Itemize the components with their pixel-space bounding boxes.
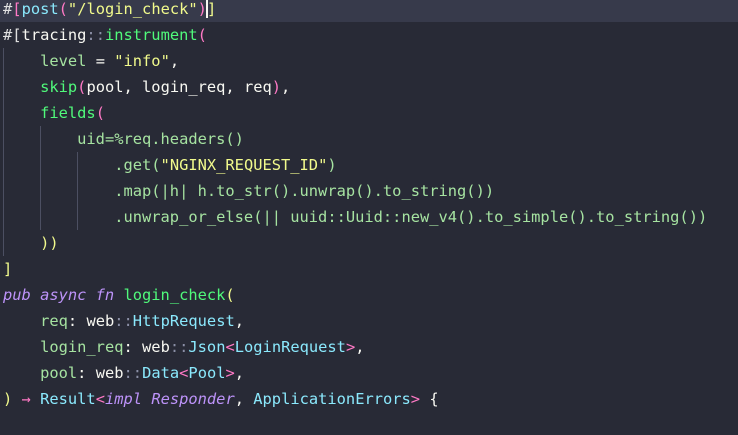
code-token: ) [3, 390, 22, 408]
code-token: web [95, 364, 124, 382]
code-token: Data [142, 364, 180, 382]
code-token: < [225, 338, 235, 356]
code-line[interactable]: login_req: web::Json<LoginRequest>, [0, 334, 738, 360]
code-token: ) [271, 78, 282, 96]
code-token: Pool [188, 364, 226, 382]
code-token: :: [114, 312, 133, 330]
code-token: .map(|h| h.to_str().unwrap().to_string()… [114, 182, 495, 200]
code-line[interactable]: .map(|h| h.to_str().unwrap().to_string()… [0, 178, 738, 204]
code-token: ) [327, 156, 337, 174]
code-editor[interactable]: #[post("/login_check")] #[tracing::instru… [0, 0, 738, 435]
indent-guide [3, 48, 4, 256]
code-line[interactable]: pub async fn login_check( [0, 282, 738, 308]
code-token: { [420, 390, 439, 408]
code-token: ] [206, 0, 217, 18]
code-token: :: [169, 338, 189, 356]
code-token: LoginRequest [234, 338, 346, 356]
code-line[interactable]: .unwrap_or_else(|| uuid::Uuid::new_v4().… [0, 204, 738, 230]
code-token: , [234, 364, 245, 382]
code-token: # [3, 0, 13, 18]
indent-guide [40, 126, 42, 230]
code-line[interactable]: skip(pool, login_req, req), [0, 74, 738, 100]
code-token: , [281, 78, 291, 96]
code-token: :: [86, 26, 105, 44]
code-token: , [234, 390, 254, 408]
code-token: web [142, 338, 170, 356]
code-line[interactable]: )) [0, 230, 738, 256]
code-token: instrument [104, 26, 198, 44]
code-token: : [67, 312, 87, 330]
code-token: skip [40, 78, 78, 96]
code-line[interactable]: .get("NGINX_REQUEST_ID") [0, 152, 738, 178]
code-token: HttpRequest [132, 312, 235, 330]
code-token: req [40, 312, 68, 330]
code-token: Result [40, 390, 96, 408]
code-token: > [225, 364, 235, 382]
code-line[interactable]: ) → Result<impl Responder, ApplicationEr… [0, 386, 738, 412]
text-cursor [206, 0, 208, 18]
code-token: ] [3, 260, 13, 278]
code-token: → [21, 390, 41, 408]
code-token: < [95, 390, 105, 408]
code-token: ApplicationErrors [253, 390, 411, 408]
code-token: , [355, 338, 365, 356]
code-token: : [123, 338, 143, 356]
code-token: login_check [123, 286, 226, 304]
code-token: "info" [114, 52, 170, 70]
code-line[interactable]: #[post("/login_check")] [0, 0, 738, 22]
code-token: ( [225, 286, 235, 304]
code-token: login_req [40, 338, 124, 356]
code-token: , [234, 312, 245, 330]
code-token: tracing [21, 26, 87, 44]
code-token: :: [123, 364, 143, 382]
code-token: post [21, 0, 59, 18]
code-line[interactable]: pool: web::Data<Pool>, [0, 360, 738, 386]
code-token: > [410, 390, 421, 408]
code-token: pool, login_req, req [86, 78, 272, 96]
code-line[interactable]: level = "info", [0, 48, 738, 74]
code-token: web [86, 312, 115, 330]
code-token: ( [197, 26, 207, 44]
code-token: "NGINX_REQUEST_ID" [160, 156, 328, 174]
code-token: : [77, 364, 96, 382]
code-line[interactable]: #[tracing::instrument( [0, 22, 738, 48]
code-token: uid=%req.headers() [77, 130, 244, 148]
code-line[interactable]: ] [0, 256, 738, 282]
code-token: , [169, 52, 180, 70]
code-token: > [345, 338, 356, 356]
code-token: "/login_check" [67, 0, 198, 18]
indent-guide [77, 152, 79, 230]
code-token: .get( [114, 156, 161, 174]
code-line[interactable]: uid=%req.headers() [0, 126, 738, 152]
code-line[interactable]: req: web::HttpRequest, [0, 308, 738, 334]
code-line[interactable]: fields( [0, 100, 738, 126]
code-token: = [86, 52, 115, 70]
code-token: impl Responder [104, 390, 235, 408]
code-token: pub async fn [3, 286, 115, 304]
code-token: #[ [3, 26, 22, 44]
code-token: ( [58, 0, 68, 18]
code-token: )) [40, 234, 59, 252]
code-token: [ [12, 0, 22, 18]
code-token: .unwrap_or_else(|| uuid::Uuid::new_v4().… [114, 208, 708, 226]
code-token: fields [40, 104, 96, 122]
code-token: level [40, 52, 87, 70]
code-token: Json [188, 338, 226, 356]
code-token: pool [40, 364, 78, 382]
code-token: ( [95, 104, 105, 122]
